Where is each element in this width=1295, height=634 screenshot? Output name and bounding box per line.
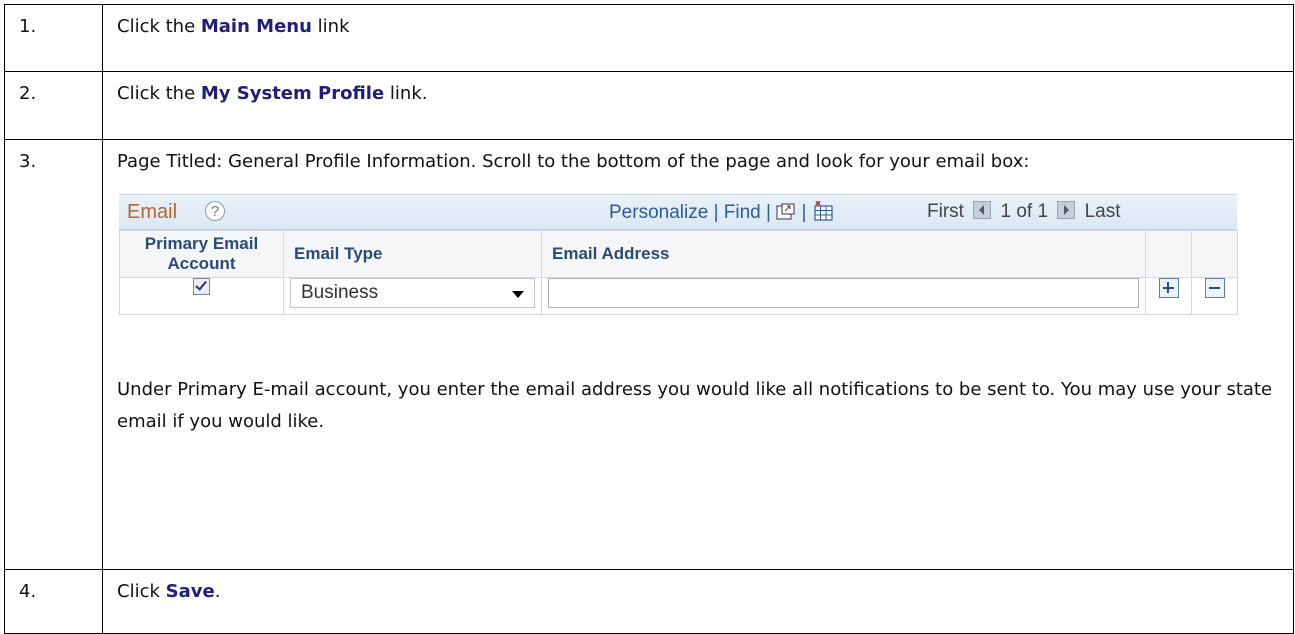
- grid-toolbar: Personalize | Find | |: [609, 200, 834, 227]
- column-header-email-type[interactable]: Email Type: [283, 230, 542, 278]
- step-text-prefix: Click the: [117, 16, 201, 37]
- column-header-primary[interactable]: Primary Email Account: [119, 230, 284, 278]
- email-grid-header: Email ? Personalize | Find | | First 1 o…: [119, 194, 1237, 230]
- delete-row-icon[interactable]: [1204, 278, 1225, 298]
- personalize-link[interactable]: Personalize: [609, 202, 708, 223]
- row-count: 1 of 1: [1000, 201, 1049, 222]
- step-row: 1. Click the Main Menu link: [4, 4, 1294, 72]
- email-grid-screenshot: Email ? Personalize | Find | | First 1 o…: [117, 194, 1241, 354]
- find-link[interactable]: Find: [724, 202, 761, 223]
- add-cell: [1145, 277, 1192, 315]
- step-text-suffix: link: [311, 16, 350, 37]
- step-text-prefix: Click the: [117, 83, 201, 104]
- step-number: 4.: [4, 569, 103, 634]
- grid-header-row: Primary Email Account Email Type Email A…: [119, 230, 1238, 278]
- step-text-prefix: Click: [117, 581, 166, 602]
- primary-cell: [119, 277, 284, 315]
- separator: |: [801, 202, 807, 223]
- separator: |: [713, 202, 719, 223]
- last-link[interactable]: Last: [1085, 201, 1121, 222]
- email-grid-table: Primary Email Account Email Type Email A…: [119, 230, 1238, 315]
- email-type-value: Business: [301, 282, 379, 303]
- step-row: 4. Click Save.: [4, 569, 1294, 634]
- column-header-blank: [1145, 230, 1192, 278]
- step-paragraph: Page Titled: General Profile Information…: [117, 151, 1030, 172]
- step-number: 3.: [4, 139, 103, 570]
- step-paragraph: Under Primary E-mail account, you enter …: [117, 379, 1273, 432]
- email-address-cell: [541, 277, 1146, 315]
- step-text: Click the Main Menu link: [102, 4, 1294, 72]
- email-address-input[interactable]: [548, 278, 1139, 308]
- email-grid-title: Email: [127, 201, 178, 223]
- primary-email-checkbox[interactable]: [193, 278, 210, 295]
- add-row-icon[interactable]: [1158, 278, 1179, 298]
- delete-cell: [1191, 277, 1238, 315]
- new-window-icon[interactable]: [776, 203, 796, 227]
- instruction-steps-table: 1. Click the Main Menu link 2. Click the…: [4, 4, 1294, 634]
- save-keyword: Save: [165, 581, 215, 602]
- dropdown-caret-icon: [512, 291, 524, 298]
- step-text-suffix: .: [214, 581, 221, 602]
- step-text-suffix: link.: [384, 83, 428, 104]
- separator: |: [766, 202, 771, 223]
- step-number: 2.: [4, 71, 103, 140]
- previous-arrow-icon[interactable]: [973, 201, 992, 219]
- column-header-email-address[interactable]: Email Address: [541, 230, 1146, 278]
- help-icon[interactable]: ?: [205, 201, 225, 221]
- next-arrow-icon[interactable]: [1057, 201, 1076, 219]
- step-row: 2. Click the My System Profile link.: [4, 71, 1294, 140]
- main-menu-keyword: Main Menu: [200, 16, 312, 37]
- email-type-select[interactable]: Business: [290, 278, 535, 308]
- step-text: Click Save.: [102, 569, 1294, 634]
- step-number: 1.: [4, 4, 103, 72]
- my-system-profile-keyword: My System Profile: [200, 83, 385, 104]
- step-text: Click the My System Profile link.: [102, 71, 1294, 140]
- first-link[interactable]: First: [927, 201, 964, 222]
- step-text: Page Titled: General Profile Information…: [102, 139, 1294, 570]
- grid-row: Business: [119, 277, 1238, 315]
- download-spreadsheet-icon[interactable]: [812, 200, 834, 227]
- grid-pagination: First 1 of 1 Last: [927, 201, 1121, 223]
- email-type-cell: Business: [283, 277, 542, 315]
- step-row: 3. Page Titled: General Profile Informat…: [4, 139, 1294, 570]
- column-header-blank: [1191, 230, 1238, 278]
